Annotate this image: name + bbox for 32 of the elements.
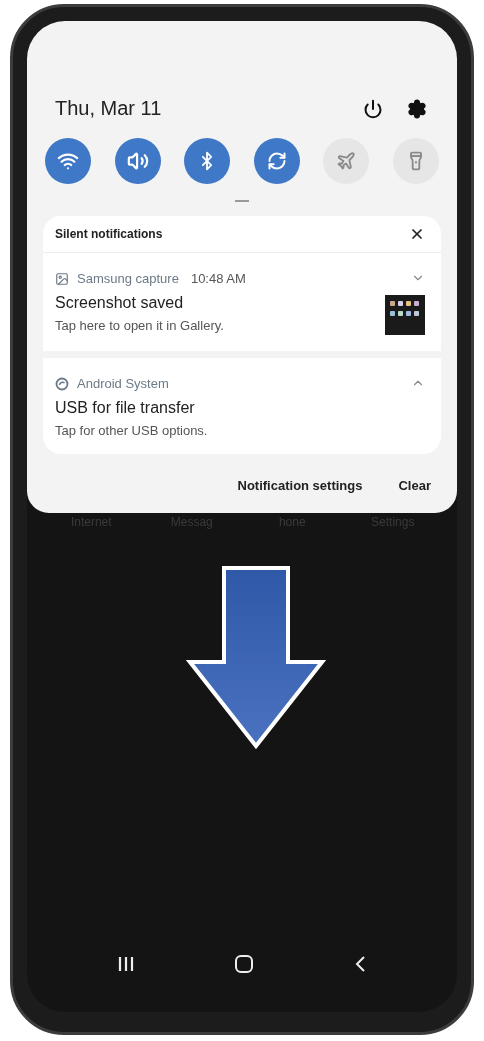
notification-item[interactable]: Android System USB for file transfer Tap for other USB options. — [43, 351, 441, 454]
notification-text: Tap here to open it in Gallery. — [55, 318, 225, 333]
back-button[interactable] — [353, 955, 368, 973]
footer-button[interactable]: Notification settings — [237, 478, 363, 493]
sound-toggle[interactable] — [114, 138, 161, 184]
speaker-icon — [126, 150, 149, 172]
notification-title: USB for file transfer — [55, 399, 196, 417]
settings-icon[interactable] — [407, 98, 427, 119]
image-icon — [55, 271, 69, 286]
close-icon[interactable] — [409, 226, 425, 242]
flashlight-toggle[interactable] — [392, 138, 439, 184]
power-icon[interactable] — [363, 98, 383, 119]
notification-title: Screenshot saved — [55, 294, 185, 312]
rotate-icon — [266, 151, 287, 171]
ring-icon — [55, 376, 69, 391]
app-name: Samsung capture — [77, 271, 179, 286]
home-button[interactable] — [234, 954, 254, 974]
wifi-toggle[interactable] — [45, 138, 91, 184]
rotate-toggle[interactable] — [253, 138, 300, 184]
airplane-icon — [336, 151, 357, 171]
notification-text: Tap for other USB options. — [55, 423, 209, 438]
bluetooth-toggle[interactable] — [184, 138, 231, 184]
airplane-toggle[interactable] — [323, 138, 370, 184]
notification-time: 10:48 AM — [190, 271, 246, 286]
footer-button[interactable]: Clear — [398, 478, 431, 493]
recents-button[interactable] — [116, 955, 135, 973]
screenshot-thumbnail — [385, 295, 425, 335]
app-name: Android System — [77, 376, 169, 391]
notification-item[interactable]: Samsung capture 10:48 AM Screenshot saved Tap here to open it in Gallery. — [43, 253, 441, 351]
drag-handle[interactable] — [235, 200, 249, 202]
date-text: Thu, Mar 11 — [55, 97, 163, 120]
section-title: Silent notifications — [55, 227, 163, 241]
